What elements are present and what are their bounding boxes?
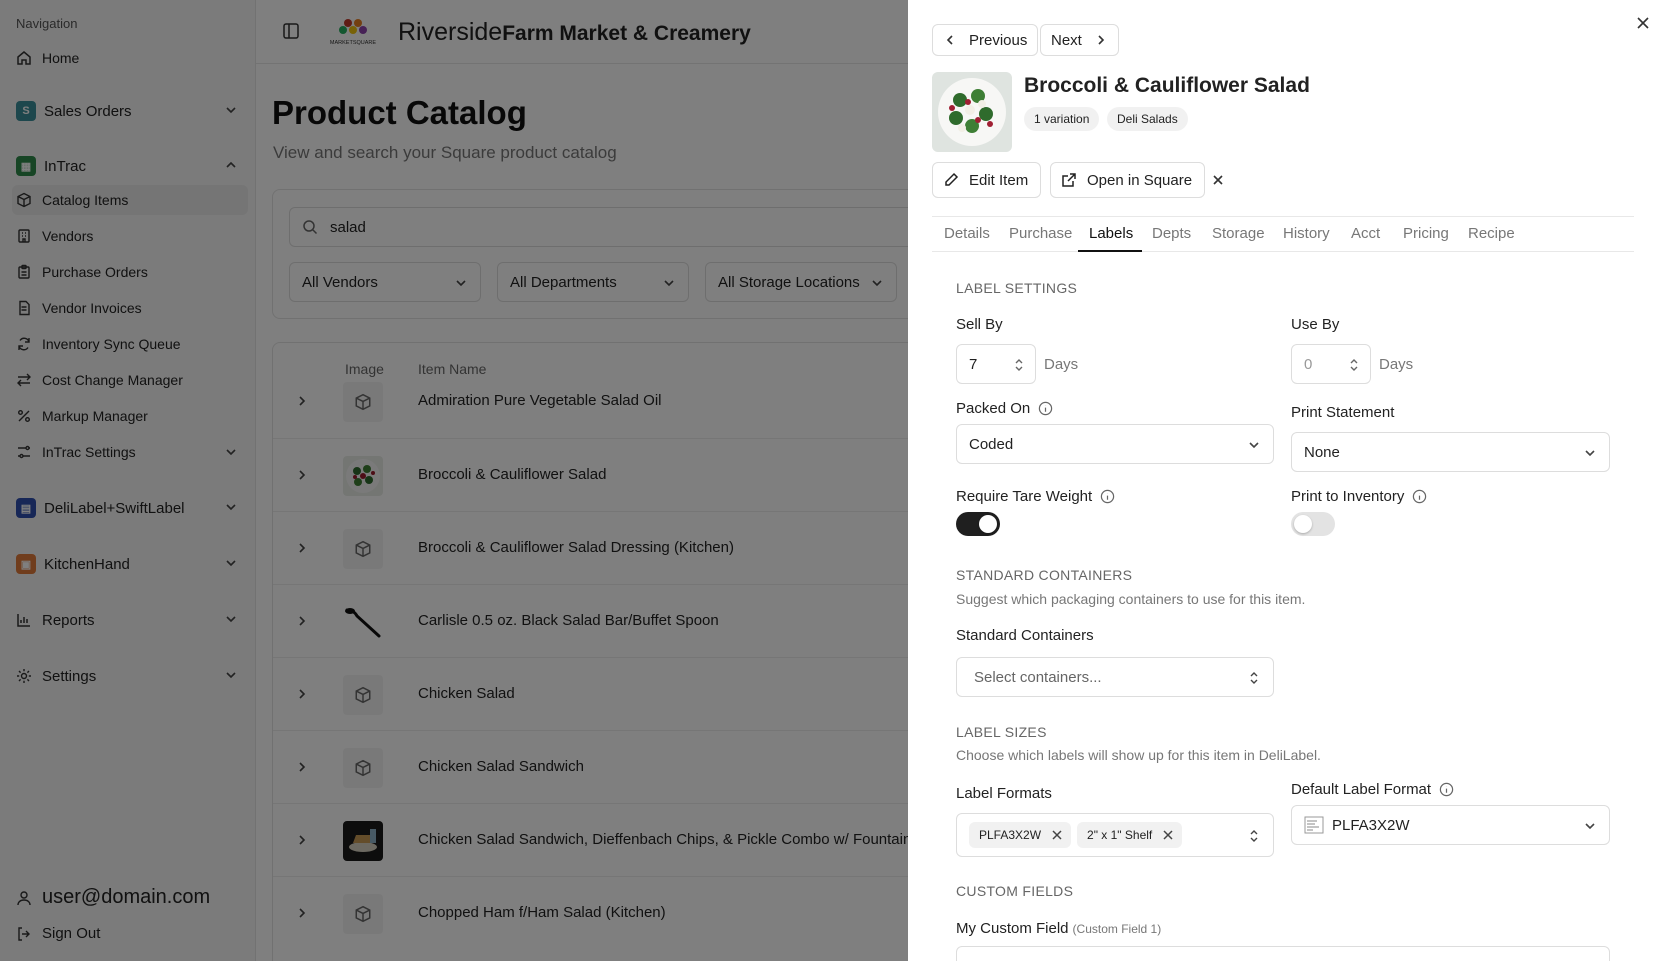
- stepper-icon[interactable]: [1013, 357, 1025, 373]
- require-tare-label-row: Require Tare Weight: [956, 488, 1115, 505]
- close-icon[interactable]: [1210, 172, 1226, 188]
- tab-purchase[interactable]: Purchase: [1009, 225, 1072, 242]
- format-chip-label: PLFA3X2W: [979, 828, 1042, 842]
- variation-badge: 1 variation: [1024, 107, 1100, 131]
- info-icon[interactable]: [1439, 782, 1454, 797]
- previous-button[interactable]: Previous: [932, 24, 1039, 56]
- app-root: Navigation Home S Sales Orders ▦ InTrac …: [0, 0, 1658, 961]
- tab-depts[interactable]: Depts: [1152, 225, 1191, 242]
- info-icon[interactable]: [1038, 401, 1053, 416]
- item-image: [932, 72, 1012, 152]
- format-chip: PLFA3X2W: [969, 822, 1072, 848]
- toggle-knob: [1294, 515, 1312, 533]
- chevron-down-icon: [1585, 823, 1595, 830]
- default-label-format-label-row: Default Label Format: [1291, 781, 1454, 798]
- stepper-icon[interactable]: [1348, 357, 1360, 373]
- chevron-left-icon: [946, 35, 953, 45]
- info-icon[interactable]: [1100, 489, 1115, 504]
- sell-by-value: 7: [969, 355, 978, 373]
- edit-item-label: Edit Item: [969, 171, 1029, 189]
- previous-label: Previous: [969, 31, 1028, 49]
- close-icon[interactable]: [1634, 14, 1652, 32]
- custom-fields-heading: CUSTOM FIELDS: [956, 883, 1074, 899]
- standard-containers-placeholder: Select containers...: [974, 668, 1102, 686]
- next-label: Next: [1051, 31, 1082, 49]
- label-formats-multiselect[interactable]: PLFA3X2W 2" x 1" Shelf: [956, 813, 1274, 857]
- chevron-down-icon: [1585, 450, 1595, 457]
- category-badge: Deli Salads: [1107, 107, 1188, 131]
- standard-containers-label: Standard Containers: [956, 627, 1094, 644]
- print-inventory-label: Print to Inventory: [1291, 488, 1405, 505]
- active-tab-indicator: [1078, 250, 1142, 252]
- my-custom-field-label-row: My Custom Field (Custom Field 1): [956, 920, 1161, 937]
- standard-containers-heading: STANDARD CONTAINERS: [956, 567, 1133, 583]
- default-label-format-label: Default Label Format: [1291, 781, 1432, 798]
- remove-chip-icon[interactable]: [1162, 829, 1174, 841]
- print-statement-value: None: [1304, 443, 1340, 461]
- format-chip: 2" x 1" Shelf: [1077, 822, 1183, 848]
- chevron-updown-icon: [1250, 830, 1258, 842]
- print-inventory-label-row: Print to Inventory: [1291, 488, 1427, 505]
- edit-item-button[interactable]: Edit Item: [932, 162, 1042, 198]
- label-thumbnail-icon: [1304, 816, 1324, 834]
- label-settings-heading: LABEL SETTINGS: [956, 280, 1078, 296]
- packed-on-label: Packed On: [956, 400, 1031, 417]
- use-by-label: Use By: [1291, 316, 1340, 333]
- item-detail-drawer: Previous Next Broccoli & Cauliflower Sal…: [908, 0, 1658, 961]
- packed-on-label-row: Packed On: [956, 400, 1053, 417]
- pencil-icon: [945, 172, 959, 186]
- default-label-format-select[interactable]: PLFA3X2W: [1291, 805, 1610, 845]
- item-title: Broccoli & Cauliflower Salad: [1024, 74, 1310, 97]
- label-sizes-heading: LABEL SIZES: [956, 724, 1047, 740]
- tab-pricing[interactable]: Pricing: [1403, 225, 1449, 242]
- open-in-square-label: Open in Square: [1087, 171, 1193, 189]
- custom-field-hint: (Custom Field 1): [1072, 921, 1162, 936]
- tab-storage[interactable]: Storage: [1212, 225, 1265, 242]
- use-by-input[interactable]: 0: [1291, 344, 1371, 384]
- packed-on-select[interactable]: Coded: [956, 424, 1274, 464]
- tab-history[interactable]: History: [1283, 225, 1330, 242]
- use-by-placeholder: 0: [1304, 355, 1313, 373]
- standard-containers-select[interactable]: Select containers...: [956, 657, 1274, 697]
- my-custom-field-label: My Custom Field: [956, 920, 1069, 937]
- tab-details[interactable]: Details: [944, 225, 990, 242]
- external-link-icon: [1062, 173, 1076, 187]
- default-label-format-value: PLFA3X2W: [1332, 816, 1410, 834]
- require-tare-label: Require Tare Weight: [956, 488, 1093, 505]
- tab-acct[interactable]: Acct: [1351, 225, 1380, 242]
- print-statement-label: Print Statement: [1291, 404, 1395, 421]
- next-button[interactable]: Next: [1040, 24, 1119, 56]
- print-inventory-toggle[interactable]: [1291, 512, 1335, 536]
- standard-containers-description: Suggest which packaging containers to us…: [956, 591, 1306, 607]
- sell-by-input[interactable]: 7: [956, 344, 1036, 384]
- require-tare-toggle[interactable]: [956, 512, 1000, 536]
- info-icon[interactable]: [1412, 489, 1427, 504]
- chevron-down-icon: [1249, 442, 1259, 449]
- remove-chip-icon[interactable]: [1051, 829, 1063, 841]
- drawer-tabs: Details Purchase Labels Depts Storage Hi…: [932, 216, 1634, 252]
- format-chip-label: 2" x 1" Shelf: [1087, 828, 1153, 842]
- sell-by-unit: Days: [1044, 356, 1079, 373]
- use-by-unit: Days: [1379, 356, 1414, 373]
- my-custom-field-input[interactable]: [956, 946, 1610, 961]
- label-formats-label: Label Formats: [956, 785, 1052, 802]
- chevron-updown-icon: [1250, 672, 1258, 684]
- sell-by-label: Sell By: [956, 316, 1003, 333]
- print-statement-select[interactable]: None: [1291, 432, 1610, 472]
- open-in-square-button[interactable]: Open in Square: [1050, 162, 1206, 198]
- label-sizes-description: Choose which labels will show up for thi…: [956, 747, 1321, 763]
- tab-recipe[interactable]: Recipe: [1468, 225, 1515, 242]
- tab-labels[interactable]: Labels: [1089, 225, 1133, 242]
- chevron-right-icon: [1098, 35, 1104, 45]
- packed-on-value: Coded: [969, 435, 1014, 453]
- toggle-knob: [979, 515, 997, 533]
